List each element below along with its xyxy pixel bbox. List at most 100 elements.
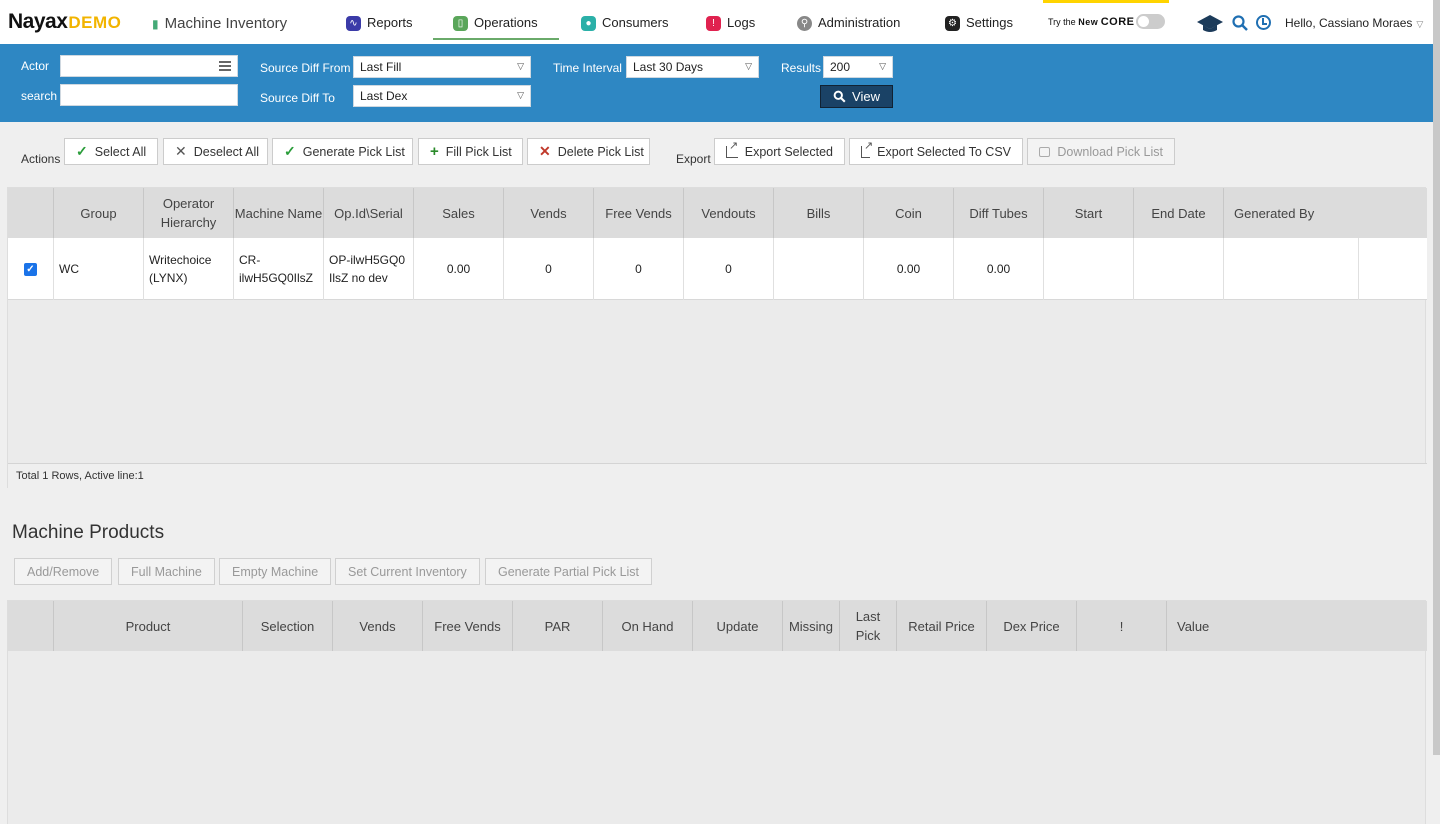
cell-sales: 0.00 — [414, 238, 504, 300]
export-icon — [861, 139, 873, 158]
filter-bar: Actor search Source Diff From Last Fill ▽… — [0, 44, 1433, 122]
check-icon: ✓ — [284, 143, 296, 159]
download-pick-list-button[interactable]: Download Pick List — [1027, 138, 1175, 165]
actions-label: Actions — [21, 152, 61, 166]
column-header[interactable]: Vends — [333, 601, 423, 651]
select-column-header[interactable] — [8, 601, 54, 651]
export-selected-button[interactable]: Export Selected — [714, 138, 845, 165]
nav-reports[interactable]: ∿ Reports — [346, 12, 413, 34]
graduation-cap-icon[interactable] — [1196, 12, 1224, 34]
operations-icon: ▯ — [453, 15, 468, 31]
nayax-logo[interactable]: NayaxDEMO — [8, 10, 121, 35]
nav-administration[interactable]: ⚲ Administration — [797, 12, 900, 34]
chevron-down-icon: ▽ — [879, 61, 886, 71]
column-header[interactable]: Missing — [783, 601, 840, 651]
deselect-all-button[interactable]: ✕ Deselect All — [163, 138, 268, 165]
cell-free-vends: 0 — [594, 238, 684, 300]
column-header[interactable]: On Hand — [603, 601, 693, 651]
delete-pick-list-button[interactable]: ✕ Delete Pick List — [527, 138, 650, 165]
set-current-inventory-button[interactable]: Set Current Inventory — [335, 558, 480, 585]
machine-products-title: Machine Products — [12, 522, 165, 543]
cell-group: WC — [54, 238, 144, 300]
row-checkbox[interactable]: ✓ — [24, 262, 37, 276]
column-header[interactable]: Product — [54, 601, 243, 651]
column-header[interactable]: PAR — [513, 601, 603, 651]
column-header[interactable]: Operator Hierarchy — [144, 188, 234, 238]
user-menu[interactable]: Hello, Cassiano Moraes ▽ — [1285, 16, 1423, 30]
results-select[interactable]: 200 ▽ — [823, 56, 893, 78]
column-header[interactable]: Dex Price — [987, 601, 1077, 651]
search-icon[interactable] — [1232, 15, 1248, 31]
view-button[interactable]: View — [820, 85, 893, 108]
cell-start — [1044, 238, 1134, 300]
cell-vendouts: 0 — [684, 238, 774, 300]
search-label: search — [21, 89, 58, 103]
cell-end-date — [1134, 238, 1224, 300]
reports-icon: ∿ — [346, 15, 361, 31]
export-csv-button[interactable]: Export Selected To CSV — [849, 138, 1023, 165]
cell-vends: 0 — [504, 238, 594, 300]
cell-diff-tubes: 0.00 — [954, 238, 1044, 300]
check-icon: ✓ — [76, 143, 88, 159]
machine-icon: ▮ — [152, 17, 159, 31]
column-header[interactable]: Coin — [864, 188, 954, 238]
grid-header: Group Operator Hierarchy Machine Name Op… — [8, 188, 1427, 238]
column-header[interactable]: Free Vends — [594, 188, 684, 238]
settings-icon: ⚙ — [945, 15, 960, 31]
column-header[interactable]: Free Vends — [423, 601, 513, 651]
machine-products-grid: Product Selection Vends Free Vends PAR O… — [7, 600, 1427, 824]
column-header[interactable]: Diff Tubes — [954, 188, 1044, 238]
nav-settings[interactable]: ⚙ Settings — [945, 12, 1013, 34]
chevron-down-icon: ▽ — [517, 61, 524, 71]
list-icon[interactable] — [219, 61, 231, 71]
administration-icon: ⚲ — [797, 15, 812, 31]
source-diff-from-select[interactable]: Last Fill ▽ — [353, 56, 531, 78]
nav-logs[interactable]: ! Logs — [706, 12, 755, 34]
source-from-label: Source Diff From — [260, 61, 351, 75]
close-icon: ✕ — [175, 143, 187, 159]
plus-icon: + — [430, 143, 439, 160]
column-header[interactable]: ! — [1077, 601, 1167, 651]
column-header[interactable]: Generated By — [1224, 188, 1427, 238]
column-header[interactable]: Group — [54, 188, 144, 238]
actor-input[interactable] — [60, 55, 238, 77]
column-header[interactable]: Start — [1044, 188, 1134, 238]
column-header[interactable]: Vendouts — [684, 188, 774, 238]
select-all-button[interactable]: ✓ Select All — [64, 138, 158, 165]
full-machine-button[interactable]: Full Machine — [118, 558, 215, 585]
column-header[interactable]: Bills — [774, 188, 864, 238]
column-header[interactable]: Machine Name — [234, 188, 324, 238]
generate-pick-list-button[interactable]: ✓ Generate Pick List — [272, 138, 413, 165]
machine-inventory-grid: Group Operator Hierarchy Machine Name Op… — [7, 187, 1427, 488]
column-header[interactable]: Selection — [243, 601, 333, 651]
delete-icon: ✕ — [539, 143, 551, 159]
history-clock-icon[interactable] — [1256, 15, 1271, 30]
column-header[interactable]: Sales — [414, 188, 504, 238]
generate-partial-pick-list-button[interactable]: Generate Partial Pick List — [485, 558, 653, 585]
select-column-header[interactable] — [8, 188, 54, 238]
nav-active-indicator — [433, 38, 559, 40]
core-toggle[interactable] — [1136, 14, 1165, 29]
cell-coin: 0.00 — [864, 238, 954, 300]
consumers-icon: ● — [581, 15, 596, 31]
logs-icon: ! — [706, 15, 721, 31]
empty-machine-button[interactable]: Empty Machine — [219, 558, 332, 585]
time-interval-select[interactable]: Last 30 Days ▽ — [626, 56, 759, 78]
nav-consumers[interactable]: ● Consumers — [581, 12, 668, 34]
column-header[interactable]: Last Pick — [840, 601, 897, 651]
column-header[interactable]: Retail Price — [897, 601, 987, 651]
fill-pick-list-button[interactable]: + Fill Pick List — [418, 138, 523, 165]
column-header[interactable]: End Date — [1134, 188, 1224, 238]
column-header[interactable]: Op.Id\Serial — [324, 188, 414, 238]
source-diff-to-select[interactable]: Last Dex ▽ — [353, 85, 531, 107]
column-header[interactable]: Update — [693, 601, 783, 651]
table-row[interactable]: ✓ WC Writechoice (LYNX) CR-ilwH5GQ0IlsZ … — [8, 238, 1427, 300]
row-checkbox-cell[interactable]: ✓ — [8, 238, 54, 300]
add-remove-button[interactable]: Add/Remove — [14, 558, 113, 585]
search-input[interactable] — [60, 84, 238, 106]
column-header[interactable]: Vends — [504, 188, 594, 238]
results-label: Results — [781, 61, 822, 75]
page-scrollbar[interactable] — [1433, 0, 1440, 755]
nav-operations[interactable]: ▯ Operations — [453, 12, 538, 34]
column-header[interactable]: Value — [1167, 601, 1427, 651]
